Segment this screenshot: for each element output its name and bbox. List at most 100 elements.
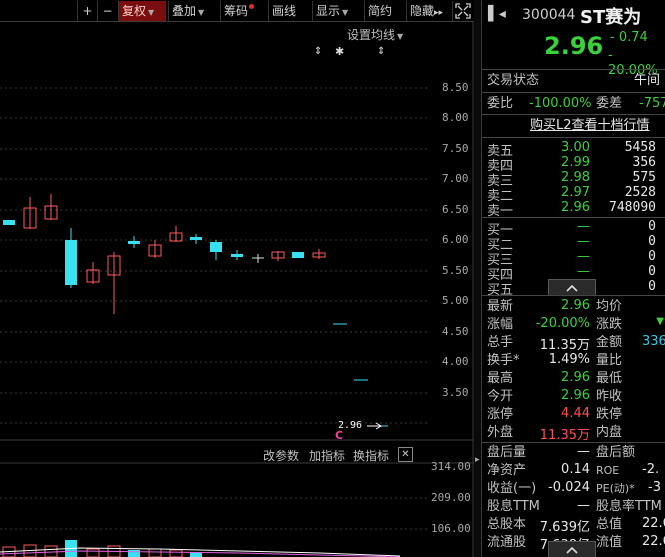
weibi-value: -100.00% <box>529 96 592 111</box>
panel-splitter[interactable]: ▸ <box>474 0 481 557</box>
collapse-book-button[interactable] <box>548 279 596 295</box>
chips-button[interactable]: 筹码 <box>220 1 264 21</box>
stock-name: ST赛为 <box>580 7 642 28</box>
overlay-label: 叠加 <box>172 4 197 18</box>
volume-tick: 314.00 <box>431 460 471 473</box>
collapse-handle-icon[interactable]: ▸ <box>475 455 480 465</box>
draw-line-button[interactable]: 画线 <box>268 1 308 21</box>
stat-label: 净资产 <box>487 463 527 478</box>
collapse-stats-button[interactable] <box>548 541 596 557</box>
l2-upgrade-link[interactable]: 购买L2查看十档行情 <box>530 117 650 135</box>
ask-price[interactable]: 3.00 <box>542 140 590 155</box>
next-icon: ▸▸ <box>434 8 444 18</box>
display-button[interactable]: 显示 ▼ <box>312 1 360 21</box>
stat-label: 最低 <box>596 371 623 386</box>
stat-value: -3 <box>648 480 661 495</box>
ask-price[interactable]: 2.97 <box>542 185 590 200</box>
chevron-up-icon <box>566 546 578 554</box>
fullscreen-button[interactable] <box>452 1 474 21</box>
chevron-up-icon <box>566 284 578 292</box>
candles <box>3 194 388 430</box>
y-tick: 7.00 <box>442 172 469 185</box>
zoom-in-button[interactable]: + <box>77 1 97 21</box>
bid-price[interactable]: — <box>542 234 590 249</box>
stock-code: 300044 <box>522 7 576 23</box>
ask-volume: 356 <box>632 155 656 170</box>
stat-label: 最高 <box>487 371 514 386</box>
ask-price[interactable]: 2.96 <box>542 200 590 215</box>
simple-button[interactable]: 简约 <box>364 1 404 21</box>
stat-value: 1.49% <box>548 352 590 367</box>
stat-label: 流通股 <box>487 535 527 550</box>
stat-value: 336 <box>642 334 665 349</box>
zoom-out-button[interactable]: − <box>97 1 117 21</box>
change-params-button[interactable]: 改参数 <box>263 447 299 464</box>
volume-tick: 106.00 <box>431 522 471 535</box>
bid-volume: 0 <box>648 249 656 264</box>
stat-value: 2.96 <box>561 370 590 385</box>
candle <box>210 242 222 252</box>
bid-volume: 0 <box>648 264 656 279</box>
y-tick: 7.50 <box>442 142 469 155</box>
chart-toolbar: + − 复权 ▼ 叠加 ▼ 筹码 画线 显示 ▼ 简约 隐藏▸▸ <box>0 0 474 22</box>
ask-price[interactable]: 2.98 <box>542 170 590 185</box>
stat-label: PE(动)* <box>596 482 635 495</box>
ask-volume: 5458 <box>624 140 656 155</box>
ask-volume: 2528 <box>624 185 656 200</box>
y-tick: 6.50 <box>442 203 469 216</box>
kline-chart-svg[interactable] <box>0 22 474 557</box>
stat-label: 涨跌 <box>596 317 623 332</box>
stat-value: -20.00% <box>535 316 590 331</box>
stat-label: ROE <box>596 464 620 477</box>
chevron-down-icon: ▼ <box>148 8 155 17</box>
y-tick: 5.00 <box>442 294 469 307</box>
kline-chart-area[interactable]: 8.50 8.00 7.50 7.00 6.50 6.00 5.50 5.00 … <box>0 22 474 557</box>
last-price: 2.96 <box>544 32 604 60</box>
divider <box>482 137 665 138</box>
stat-label: 金额 <box>596 335 623 350</box>
switch-indicator-button[interactable]: 换指标 <box>353 447 389 464</box>
zoom-out-label: − <box>102 4 113 18</box>
stat-value: 22.6 <box>642 534 665 549</box>
divider <box>482 114 665 115</box>
overlay-button[interactable]: 叠加 ▼ <box>168 1 216 21</box>
event-marker-icon[interactable]: ⇕ <box>377 46 385 57</box>
stat-label: 昨收 <box>596 389 623 404</box>
display-label: 显示 <box>316 4 341 18</box>
trade-status-label: 交易状态 <box>487 73 540 88</box>
bid-price[interactable]: — <box>542 219 590 234</box>
stat-value: -0.024 <box>548 480 590 495</box>
fuquan-label: 复权 <box>122 4 147 18</box>
divider <box>482 442 665 443</box>
stat-label: 外盘 <box>487 425 514 440</box>
ma-settings-button[interactable]: 设置均线 ▼ <box>347 26 403 43</box>
weicha-label: 委差 <box>596 96 623 111</box>
fuquan-button[interactable]: 复权 ▼ <box>118 1 166 21</box>
quote-panel: ▌◂ 300044 ST赛为 2.96 - 0.74 - 20.00% 交易状态… <box>481 0 665 557</box>
candle <box>128 241 140 244</box>
collapse-panel-icon[interactable]: ▌◂ <box>488 6 506 22</box>
divider <box>482 217 665 218</box>
draw-line-label: 画线 <box>272 4 297 18</box>
close-indicator-button[interactable]: ✕ <box>398 447 413 462</box>
y-tick: 8.00 <box>442 111 469 124</box>
marker-c[interactable]: C <box>335 429 343 442</box>
zoom-in-label: + <box>82 4 93 18</box>
candle <box>292 252 304 258</box>
bid-price[interactable]: — <box>542 249 590 264</box>
add-indicator-button[interactable]: 加指标 <box>309 447 345 464</box>
stat-value: — <box>577 498 590 513</box>
event-marker-icon[interactable]: ⇕ <box>314 46 322 57</box>
bid-price[interactable]: — <box>542 264 590 279</box>
weicha-value: -757 <box>639 96 665 111</box>
price-change: - 0.74 <box>610 30 648 45</box>
stat-value: 22.6 <box>642 516 665 531</box>
hide-button[interactable]: 隐藏▸▸ <box>406 1 452 21</box>
bid-volume: 0 <box>648 219 656 234</box>
volume-bar <box>86 548 100 557</box>
ask-price[interactable]: 2.99 <box>542 155 590 170</box>
stat-label: 今开 <box>487 389 514 404</box>
y-tick: 3.50 <box>442 386 469 399</box>
stat-label: 跌停 <box>596 407 623 422</box>
asterisk-marker-icon[interactable]: ✱ <box>335 45 344 58</box>
